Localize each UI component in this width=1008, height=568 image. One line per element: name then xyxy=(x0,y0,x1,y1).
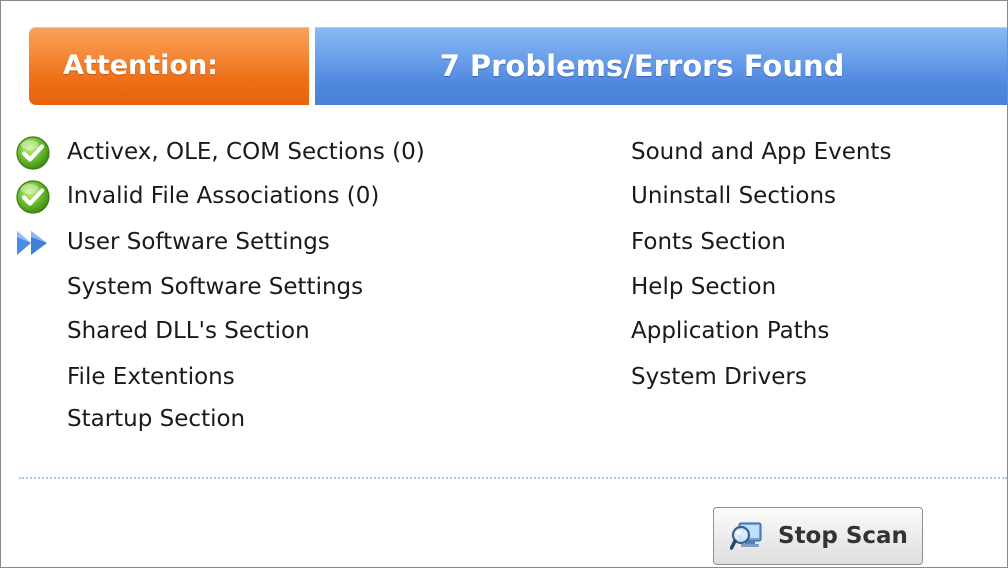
check-icon xyxy=(16,136,50,170)
section-item-file-associations: Invalid File Associations (0) xyxy=(67,183,380,209)
section-item-uninstall: Uninstall Sections xyxy=(631,183,837,209)
attention-banner: Attention: xyxy=(29,27,309,105)
problems-count-label: 7 Problems/Errors Found xyxy=(439,49,845,83)
section-item-activex: Activex, OLE, COM Sections (0) xyxy=(67,139,425,165)
scan-panel: Attention: 7 Problems/Errors Found Activ… xyxy=(0,0,1008,568)
section-item-user-software: User Software Settings xyxy=(67,229,330,255)
problems-banner: 7 Problems/Errors Found xyxy=(315,27,1007,105)
section-item-system-drivers: System Drivers xyxy=(631,364,807,390)
double-arrow-icon xyxy=(17,231,47,255)
section-item-sound-events: Sound and App Events xyxy=(631,139,892,165)
stop-scan-button[interactable]: Stop Scan xyxy=(713,507,923,565)
scan-magnifier-icon xyxy=(730,522,762,550)
attention-label: Attention: xyxy=(63,50,218,81)
section-item-shared-dll: Shared DLL's Section xyxy=(67,318,310,344)
section-item-app-paths: Application Paths xyxy=(631,318,830,344)
section-item-system-software: System Software Settings xyxy=(67,274,364,300)
section-divider xyxy=(19,477,1007,479)
section-item-fonts: Fonts Section xyxy=(631,229,786,255)
section-item-startup: Startup Section xyxy=(67,406,246,432)
check-icon xyxy=(16,180,50,214)
section-item-help: Help Section xyxy=(631,274,777,300)
section-item-file-extentions: File Extentions xyxy=(67,364,235,390)
stop-scan-label: Stop Scan xyxy=(778,523,908,549)
